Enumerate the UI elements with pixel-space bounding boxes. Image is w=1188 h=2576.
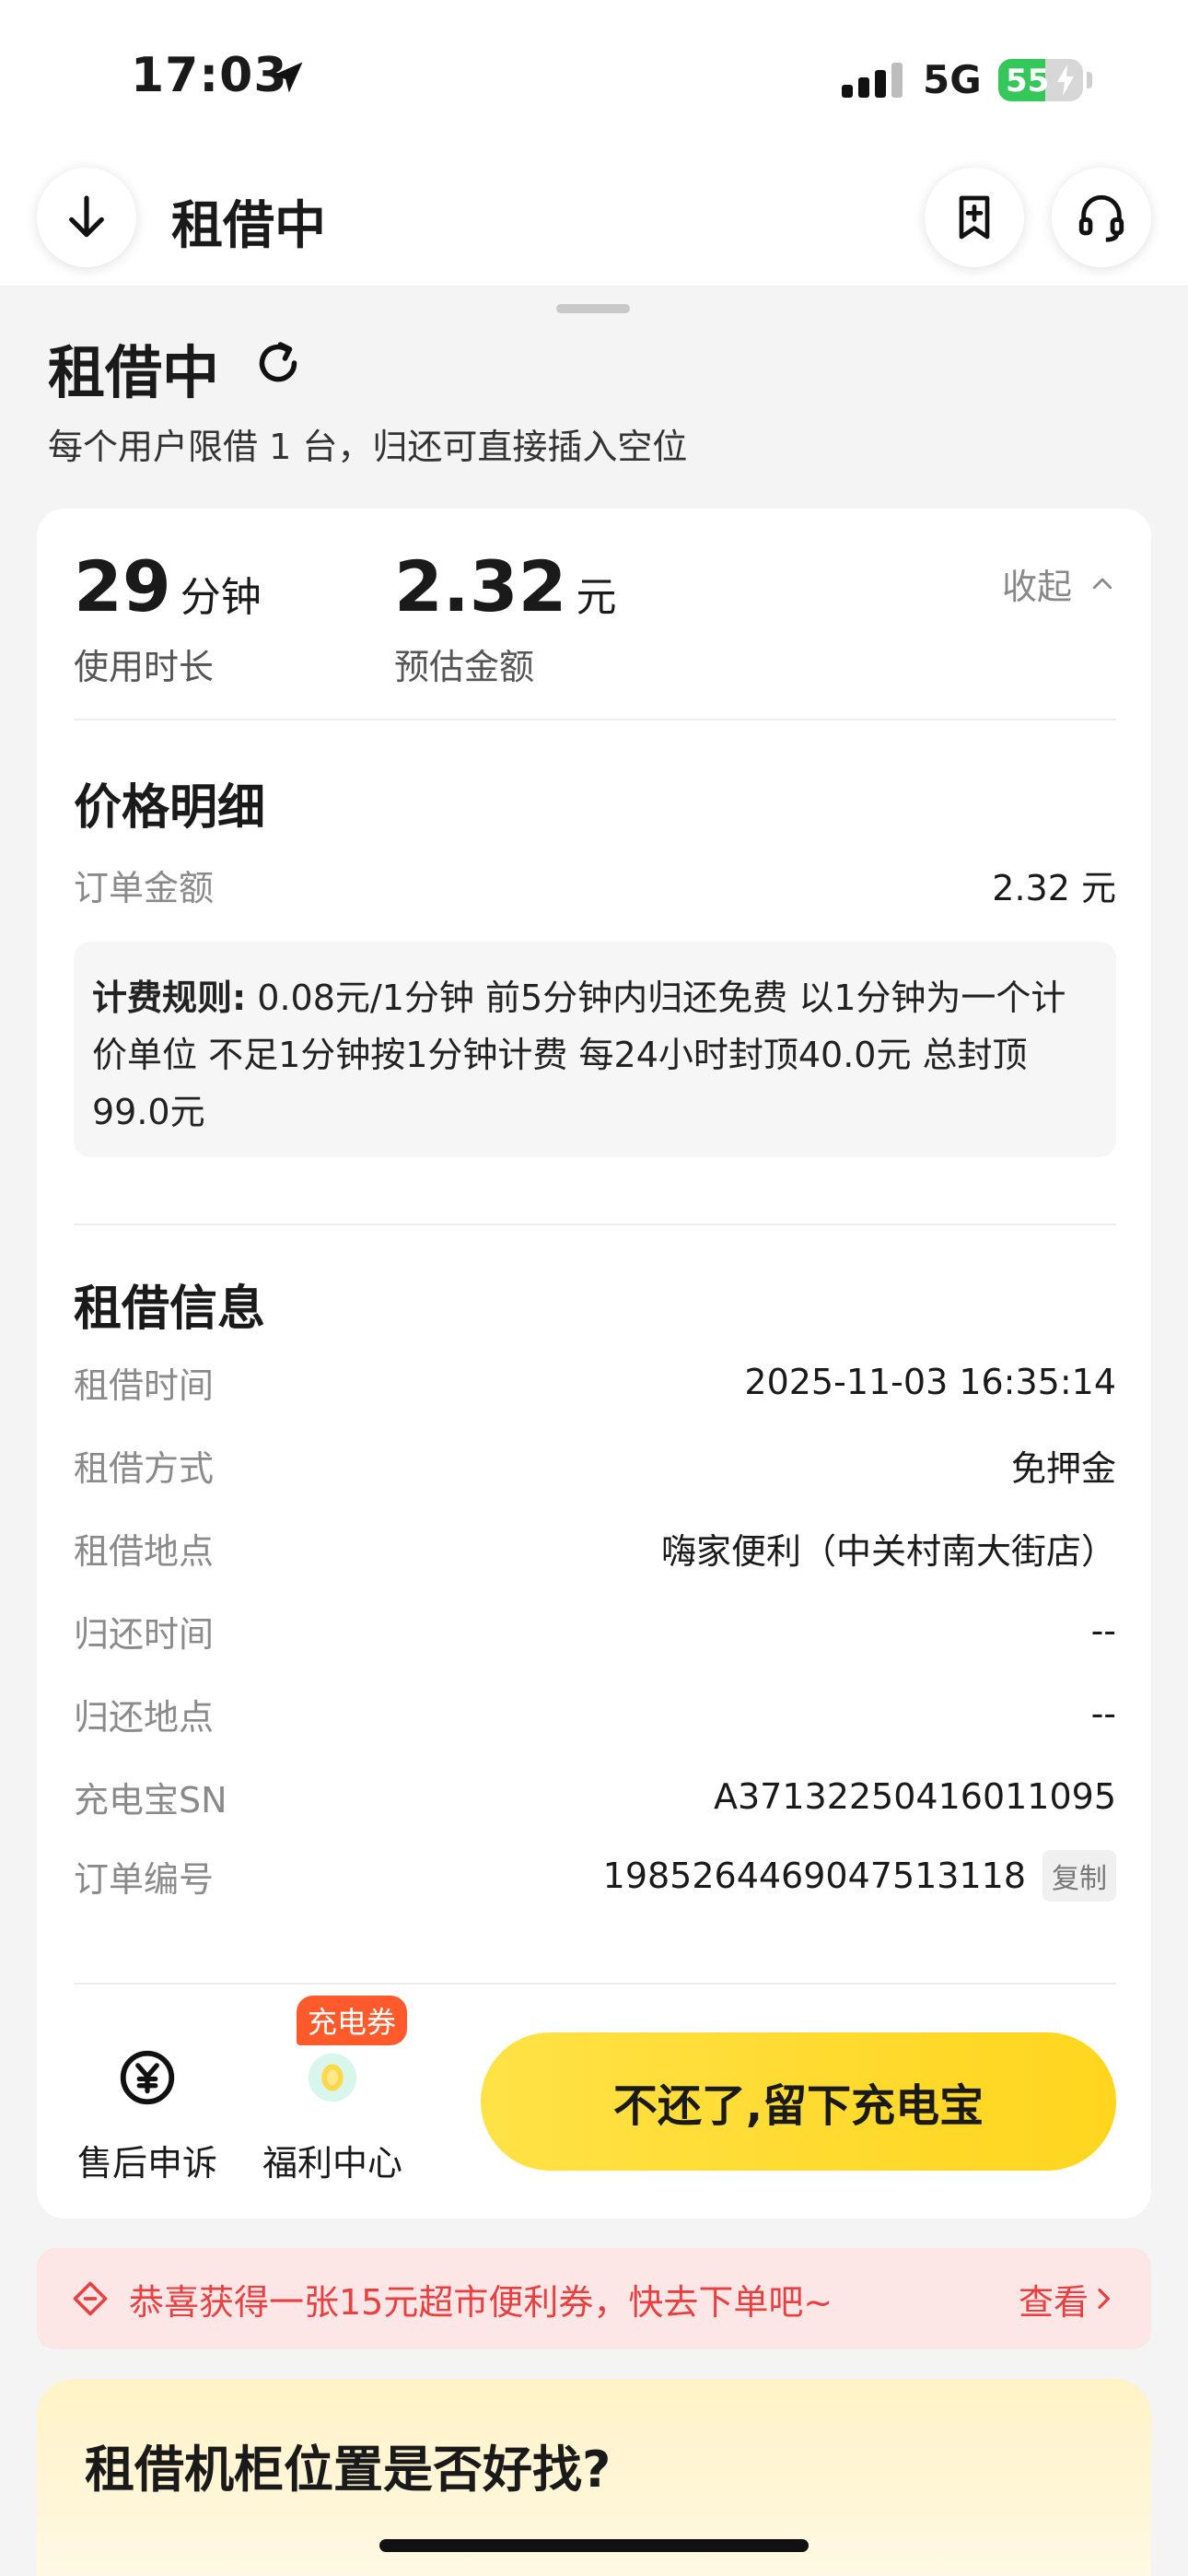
copy-button[interactable]: 复制 (1042, 1850, 1116, 1902)
order-number-row: 订单编号 1985264469047513118 复制 (74, 1848, 1116, 1903)
coupon-badge: 充电券 (297, 1996, 408, 2045)
status-bar: 17:03 5G 55 (0, 0, 1188, 157)
order-number-group: 1985264469047513118 复制 (603, 1850, 1116, 1902)
duration-label: 使用时长 (74, 647, 215, 687)
duration-unit: 分钟 (180, 574, 262, 621)
nav-header: 租借中 (0, 157, 1188, 286)
refresh-icon[interactable] (250, 335, 306, 391)
page-title: 租借中 (171, 196, 326, 256)
sheet-drag-handle[interactable] (556, 304, 630, 313)
price-detail-title: 价格明细 (74, 780, 266, 836)
customer-service-button[interactable] (1052, 168, 1151, 267)
info-value: -- (1090, 1693, 1116, 1734)
rental-time-row: 租借时间 2025-11-03 16:35:14 (74, 1354, 1116, 1410)
info-value: -- (1090, 1610, 1116, 1651)
info-label: 充电宝SN (74, 1779, 227, 1821)
welfare-center-button[interactable]: 福利中心 (254, 2045, 411, 2185)
welfare-center-label: 福利中心 (262, 2143, 402, 2184)
info-value: 免押金 (1010, 1447, 1116, 1489)
banner-text: 恭喜获得一张15元超市便利券，快去下单吧~ (129, 2281, 833, 2323)
info-label: 归还地点 (74, 1696, 215, 1738)
rental-status-title: 租借中 (48, 339, 220, 406)
collapse-label: 收起 (1001, 567, 1072, 607)
info-label: 归还时间 (74, 1613, 215, 1655)
coupon-banner[interactable]: 恭喜获得一张15元超市便利券，快去下单吧~ 查看 (37, 2248, 1151, 2349)
order-amount-label: 订单金额 (74, 867, 215, 908)
amount-label: 预估金额 (394, 647, 535, 687)
billing-rule-box: 计费规则: 0.08元/1分钟 前5分钟内归还免费 以1分钟为一个计价单位 不足… (74, 942, 1116, 1157)
billing-rule-label: 计费规则: (92, 978, 247, 1018)
divider (74, 1983, 1116, 1985)
duration-value: 29 (74, 545, 171, 627)
tag-icon (73, 2281, 108, 2316)
after-sales-button[interactable]: 售后申诉 (74, 2045, 221, 2185)
rental-info-title: 租借信息 (74, 1282, 266, 1337)
info-value: A37132250416011095 (714, 1776, 1116, 1817)
status-time: 17:03 (131, 48, 288, 103)
keep-power-bank-button[interactable]: 不还了,留下充电宝 (481, 2032, 1116, 2171)
signal-icon (842, 63, 903, 98)
survey-title: 租借机柜位置是否好找? (85, 2441, 611, 2499)
rental-method-row: 租借方式 免押金 (74, 1437, 1116, 1493)
divider (74, 1224, 1116, 1225)
network-type: 5G (923, 57, 982, 102)
info-label: 租借方式 (74, 1447, 215, 1489)
rental-location-row: 租借地点 嗨家便利（中关村南大街店） (74, 1520, 1116, 1575)
back-button[interactable] (37, 168, 136, 267)
bookmark-plus-icon (959, 195, 990, 240)
chevron-up-icon (1092, 578, 1112, 589)
rental-card: 29 分钟 使用时长 2.32 元 预估金额 收起 价格明细 订单金额 2.32 元… (37, 509, 1151, 2219)
collapse-toggle[interactable]: 收起 (1002, 558, 1116, 609)
after-sales-label: 售后申诉 (76, 2143, 217, 2184)
banner-link-label: 查看 (1018, 2281, 1089, 2323)
rental-notice: 每个用户限借 1 台，归还可直接插入空位 (48, 427, 688, 467)
banner-view-link[interactable]: 查看 (1019, 2274, 1118, 2324)
battery-cap (1087, 72, 1092, 88)
amount-stat: 2.32 元 预估金额 (394, 545, 617, 689)
duration-stat: 29 分钟 使用时长 (74, 545, 262, 689)
battery-percent: 55 (1006, 63, 1050, 100)
arrow-down-icon (69, 195, 104, 238)
power-bank-sn-row: 充电宝SN A37132250416011095 (74, 1769, 1116, 1824)
info-value: 2025-11-03 16:35:14 (744, 1362, 1116, 1402)
order-number-value: 1985264469047513118 (602, 1856, 1026, 1896)
charging-bolt-icon (1057, 64, 1074, 96)
amount-unit: 元 (576, 574, 617, 621)
location-arrow-icon (272, 62, 303, 93)
amount-value: 2.32 (394, 545, 567, 627)
return-location-row: 归还地点 -- (74, 1686, 1116, 1741)
gift-coin-icon (308, 2053, 357, 2102)
bookmark-add-button[interactable] (925, 168, 1024, 267)
order-amount-value: 2.32 元 (992, 867, 1116, 908)
info-label: 租借时间 (74, 1364, 215, 1406)
return-time-row: 归还时间 -- (74, 1603, 1116, 1658)
info-value: 嗨家便利（中关村南大街店） (660, 1530, 1116, 1572)
divider (74, 719, 1116, 720)
info-label: 租借地点 (74, 1530, 215, 1572)
chevron-right-icon (1098, 2289, 1110, 2309)
yuan-refresh-icon (120, 2050, 175, 2105)
rental-sheet: 租借中 每个用户限借 1 台，归还可直接插入空位 29 分钟 使用时长 2.32 元… (0, 287, 1188, 2576)
order-amount-row: 订单金额 2.32 元 (74, 857, 1116, 912)
home-indicator (379, 2539, 809, 2552)
order-number-label: 订单编号 (74, 1858, 215, 1900)
battery-icon: 55 (998, 59, 1083, 101)
headset-icon (1078, 194, 1124, 242)
